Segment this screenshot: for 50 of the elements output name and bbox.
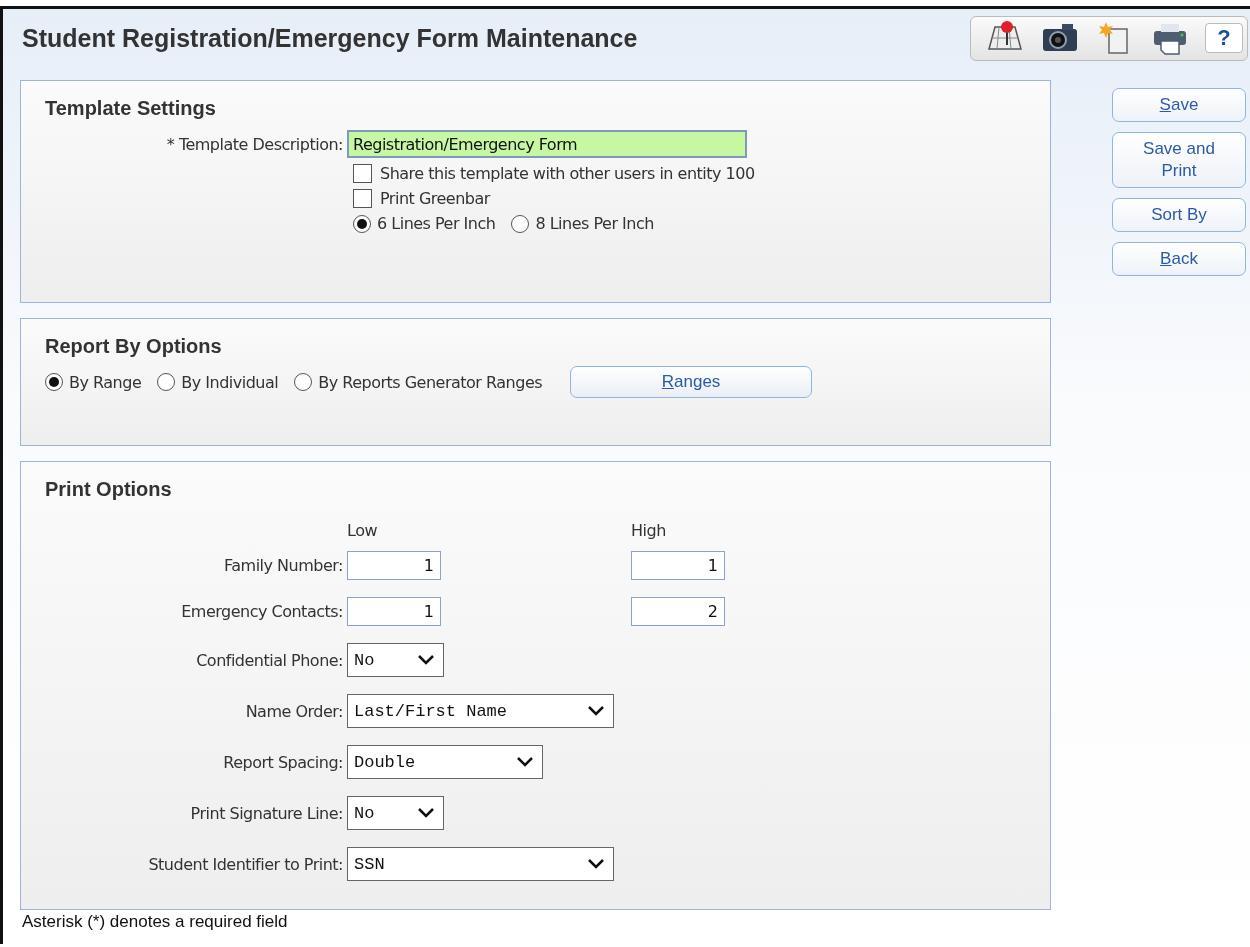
radio-button[interactable] xyxy=(294,373,313,391)
action-button[interactable]: Sort By xyxy=(1112,198,1246,232)
section-heading: Template Settings xyxy=(45,97,217,120)
checkbox[interactable] xyxy=(353,164,372,183)
dropdown[interactable]: No xyxy=(347,643,444,677)
column-heading: Low xyxy=(347,521,378,540)
radio-button[interactable] xyxy=(45,373,63,391)
chevron-icon[interactable] xyxy=(587,858,605,870)
checkbox-label: Share this template with other users in entity 100 xyxy=(380,164,755,183)
dropdown[interactable]: SSN xyxy=(347,847,614,881)
chevron-icon[interactable] xyxy=(417,807,435,819)
radio-button[interactable] xyxy=(353,214,371,233)
action-button[interactable]: Save xyxy=(1112,88,1246,122)
field-label: Family Number: xyxy=(223,556,343,575)
field-label: Print Signature Line: xyxy=(189,803,343,823)
number-field[interactable]: 1 xyxy=(631,551,725,580)
section-heading: Report By Options xyxy=(45,335,223,358)
section-heading: Print Options xyxy=(45,478,173,501)
number-field[interactable]: 1 xyxy=(347,597,441,626)
dropdown[interactable]: No xyxy=(347,796,444,830)
radio-label: 6 Lines Per Inch xyxy=(377,214,496,233)
footnote: Asterisk (*) denotes a required field xyxy=(22,913,289,931)
field-label: Emergency Contacts: xyxy=(180,602,343,621)
chevron-icon[interactable] xyxy=(587,705,605,717)
page-title: Student Registration/Emergency Form Maintenance xyxy=(22,23,638,53)
action-button[interactable]: Back xyxy=(1112,242,1246,276)
field-label: Student Identifier to Print: xyxy=(147,854,343,874)
number-field[interactable]: 2 xyxy=(631,597,725,626)
field-label: Name Order: xyxy=(244,701,343,721)
ranges-button[interactable]: Ranges xyxy=(570,366,813,398)
radio-label: By Individual xyxy=(181,372,279,392)
help-button[interactable]: ? xyxy=(1205,23,1243,53)
action-button[interactable]: Save and Print xyxy=(1112,132,1246,188)
radio-button[interactable] xyxy=(157,373,176,391)
radio-label: 8 Lines Per Inch xyxy=(535,214,654,233)
description-field[interactable]: Registration/Emergency Form xyxy=(347,130,747,158)
dropdown[interactable]: Double xyxy=(347,745,543,779)
radio-button[interactable] xyxy=(511,214,530,233)
chevron-icon[interactable] xyxy=(417,654,435,666)
radio-label: By Range xyxy=(69,372,142,392)
column-heading: High xyxy=(631,521,667,540)
radio-label: By Reports Generator Ranges xyxy=(318,372,543,392)
number-field[interactable]: 1 xyxy=(347,551,441,580)
checkbox[interactable] xyxy=(353,189,372,208)
field-label: Report Spacing: xyxy=(222,752,343,772)
field-label: Confidential Phone: xyxy=(195,650,343,670)
chevron-icon[interactable] xyxy=(516,756,534,768)
field-label: * Template Description: xyxy=(165,134,343,154)
dropdown[interactable]: Last/First Name xyxy=(347,694,614,728)
checkbox-label: Print Greenbar xyxy=(380,189,490,208)
